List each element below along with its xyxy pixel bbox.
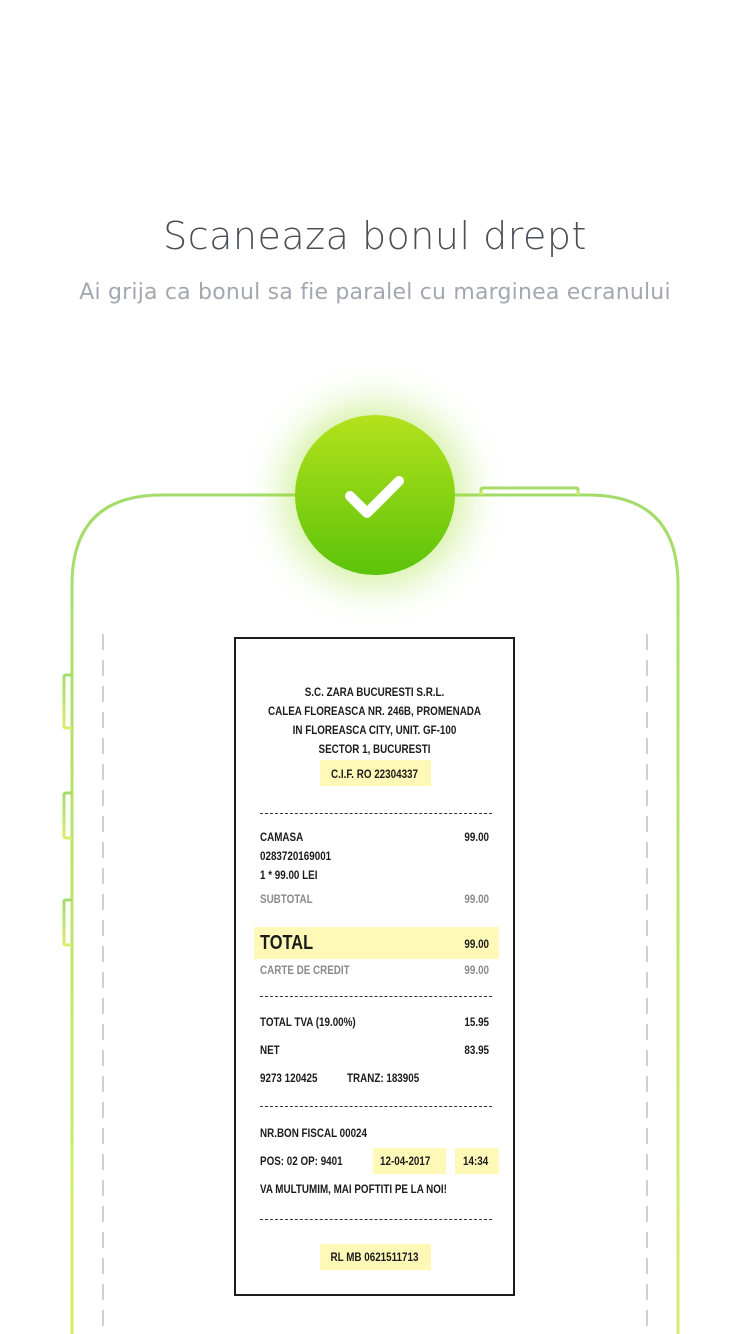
- card-value: 99.00: [464, 963, 489, 977]
- total-value: 99.00: [464, 937, 489, 951]
- bon-fiscal: NR.BON FISCAL 00024: [260, 1126, 367, 1140]
- net-label: NET: [260, 1043, 280, 1057]
- tva-value: 15.95: [464, 1015, 489, 1029]
- total-label: TOTAL: [260, 932, 314, 954]
- thanks-message: VA MULTUMIM, MAI POFTITI PE LA NOI!: [260, 1182, 447, 1196]
- receipt-company-line: CALEA FLOREASCA NR. 246B, PROMENADA: [267, 704, 482, 718]
- subtotal-value: 99.00: [464, 892, 489, 906]
- receipt-time: 14:34: [463, 1154, 489, 1168]
- receipt-divider: [260, 1219, 492, 1220]
- item-qty: 1 * 99.00 LEI: [260, 868, 318, 882]
- item-price: 99.00: [464, 830, 489, 844]
- item-code: 0283720169001: [260, 849, 332, 863]
- checkmark-icon: [345, 476, 404, 518]
- item-name: CAMASA: [260, 830, 304, 844]
- receipt-company-line: S.C. ZARA BUCURESTI S.R.L.: [304, 685, 445, 699]
- net-value: 83.95: [464, 1043, 489, 1057]
- scan-success-badge: [295, 415, 455, 575]
- terminal-number: 9273 120425: [260, 1071, 318, 1085]
- tva-label: TOTAL TVA (19.00%): [260, 1015, 356, 1029]
- card-label: CARTE DE CREDIT: [260, 963, 350, 977]
- receipt-company-line: IN FLOREASCA CITY, UNIT. GF-100: [292, 723, 457, 737]
- receipt-cif: C.I.F. RO 22304337: [331, 767, 418, 781]
- receipt-rl: RL MB 0621511713: [330, 1250, 419, 1264]
- receipt-divider: [260, 1106, 492, 1107]
- receipt: S.C. ZARA BUCURESTI S.R.L. CALEA FLOREAS…: [234, 637, 515, 1296]
- tranz-number: TRANZ: 183905: [347, 1071, 420, 1085]
- receipt-company-line: SECTOR 1, BUCURESTI: [318, 742, 431, 756]
- pos-op: POS: 02 OP: 9401: [260, 1154, 343, 1168]
- subtotal-label: SUBTOTAL: [260, 892, 313, 906]
- receipt-divider: [260, 996, 492, 997]
- receipt-divider: [260, 813, 492, 814]
- receipt-date: 12-04-2017: [380, 1154, 431, 1168]
